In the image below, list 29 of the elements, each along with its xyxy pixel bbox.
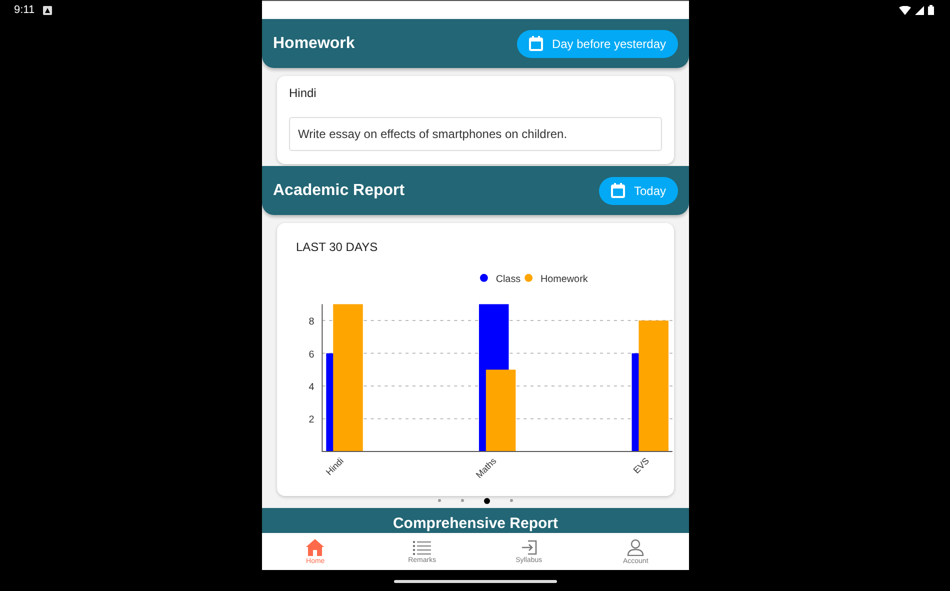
y-tick-label: 8 [308,316,314,328]
y-tick-label: 2 [308,414,314,426]
notification-icon [42,6,52,14]
status-time: 9:11 [14,4,35,16]
login-icon [520,540,537,554]
section-title: Homework [273,34,355,52]
wifi-icon [899,6,911,14]
calendar-icon [528,36,543,51]
home-icon [306,538,324,556]
battery-icon [928,5,934,15]
section-title: Academic Report [273,182,405,200]
page-dot[interactable] [484,498,490,504]
chart-title: LAST 30 DAYS [295,239,379,256]
section-title: Comprehensive Report [392,514,558,532]
homework-text: Write essay on effects of smartphones on children. [289,117,662,151]
page-dot[interactable] [461,499,464,502]
y-tick-label: 6 [308,349,314,360]
subject-label: Hindi [289,86,318,100]
page-dot[interactable] [438,499,441,502]
calendar-icon [610,183,625,198]
person-icon [627,538,644,556]
date-button[interactable]: Day before yesterday [516,30,678,58]
list-icon [413,540,432,554]
page-dot[interactable] [510,499,513,502]
legend-label: Class [496,274,521,285]
date-button[interactable]: Today [598,176,678,204]
signal-icon [915,6,924,14]
y-tick-label: 4 [308,382,314,393]
legend-label: Homework [540,274,588,285]
